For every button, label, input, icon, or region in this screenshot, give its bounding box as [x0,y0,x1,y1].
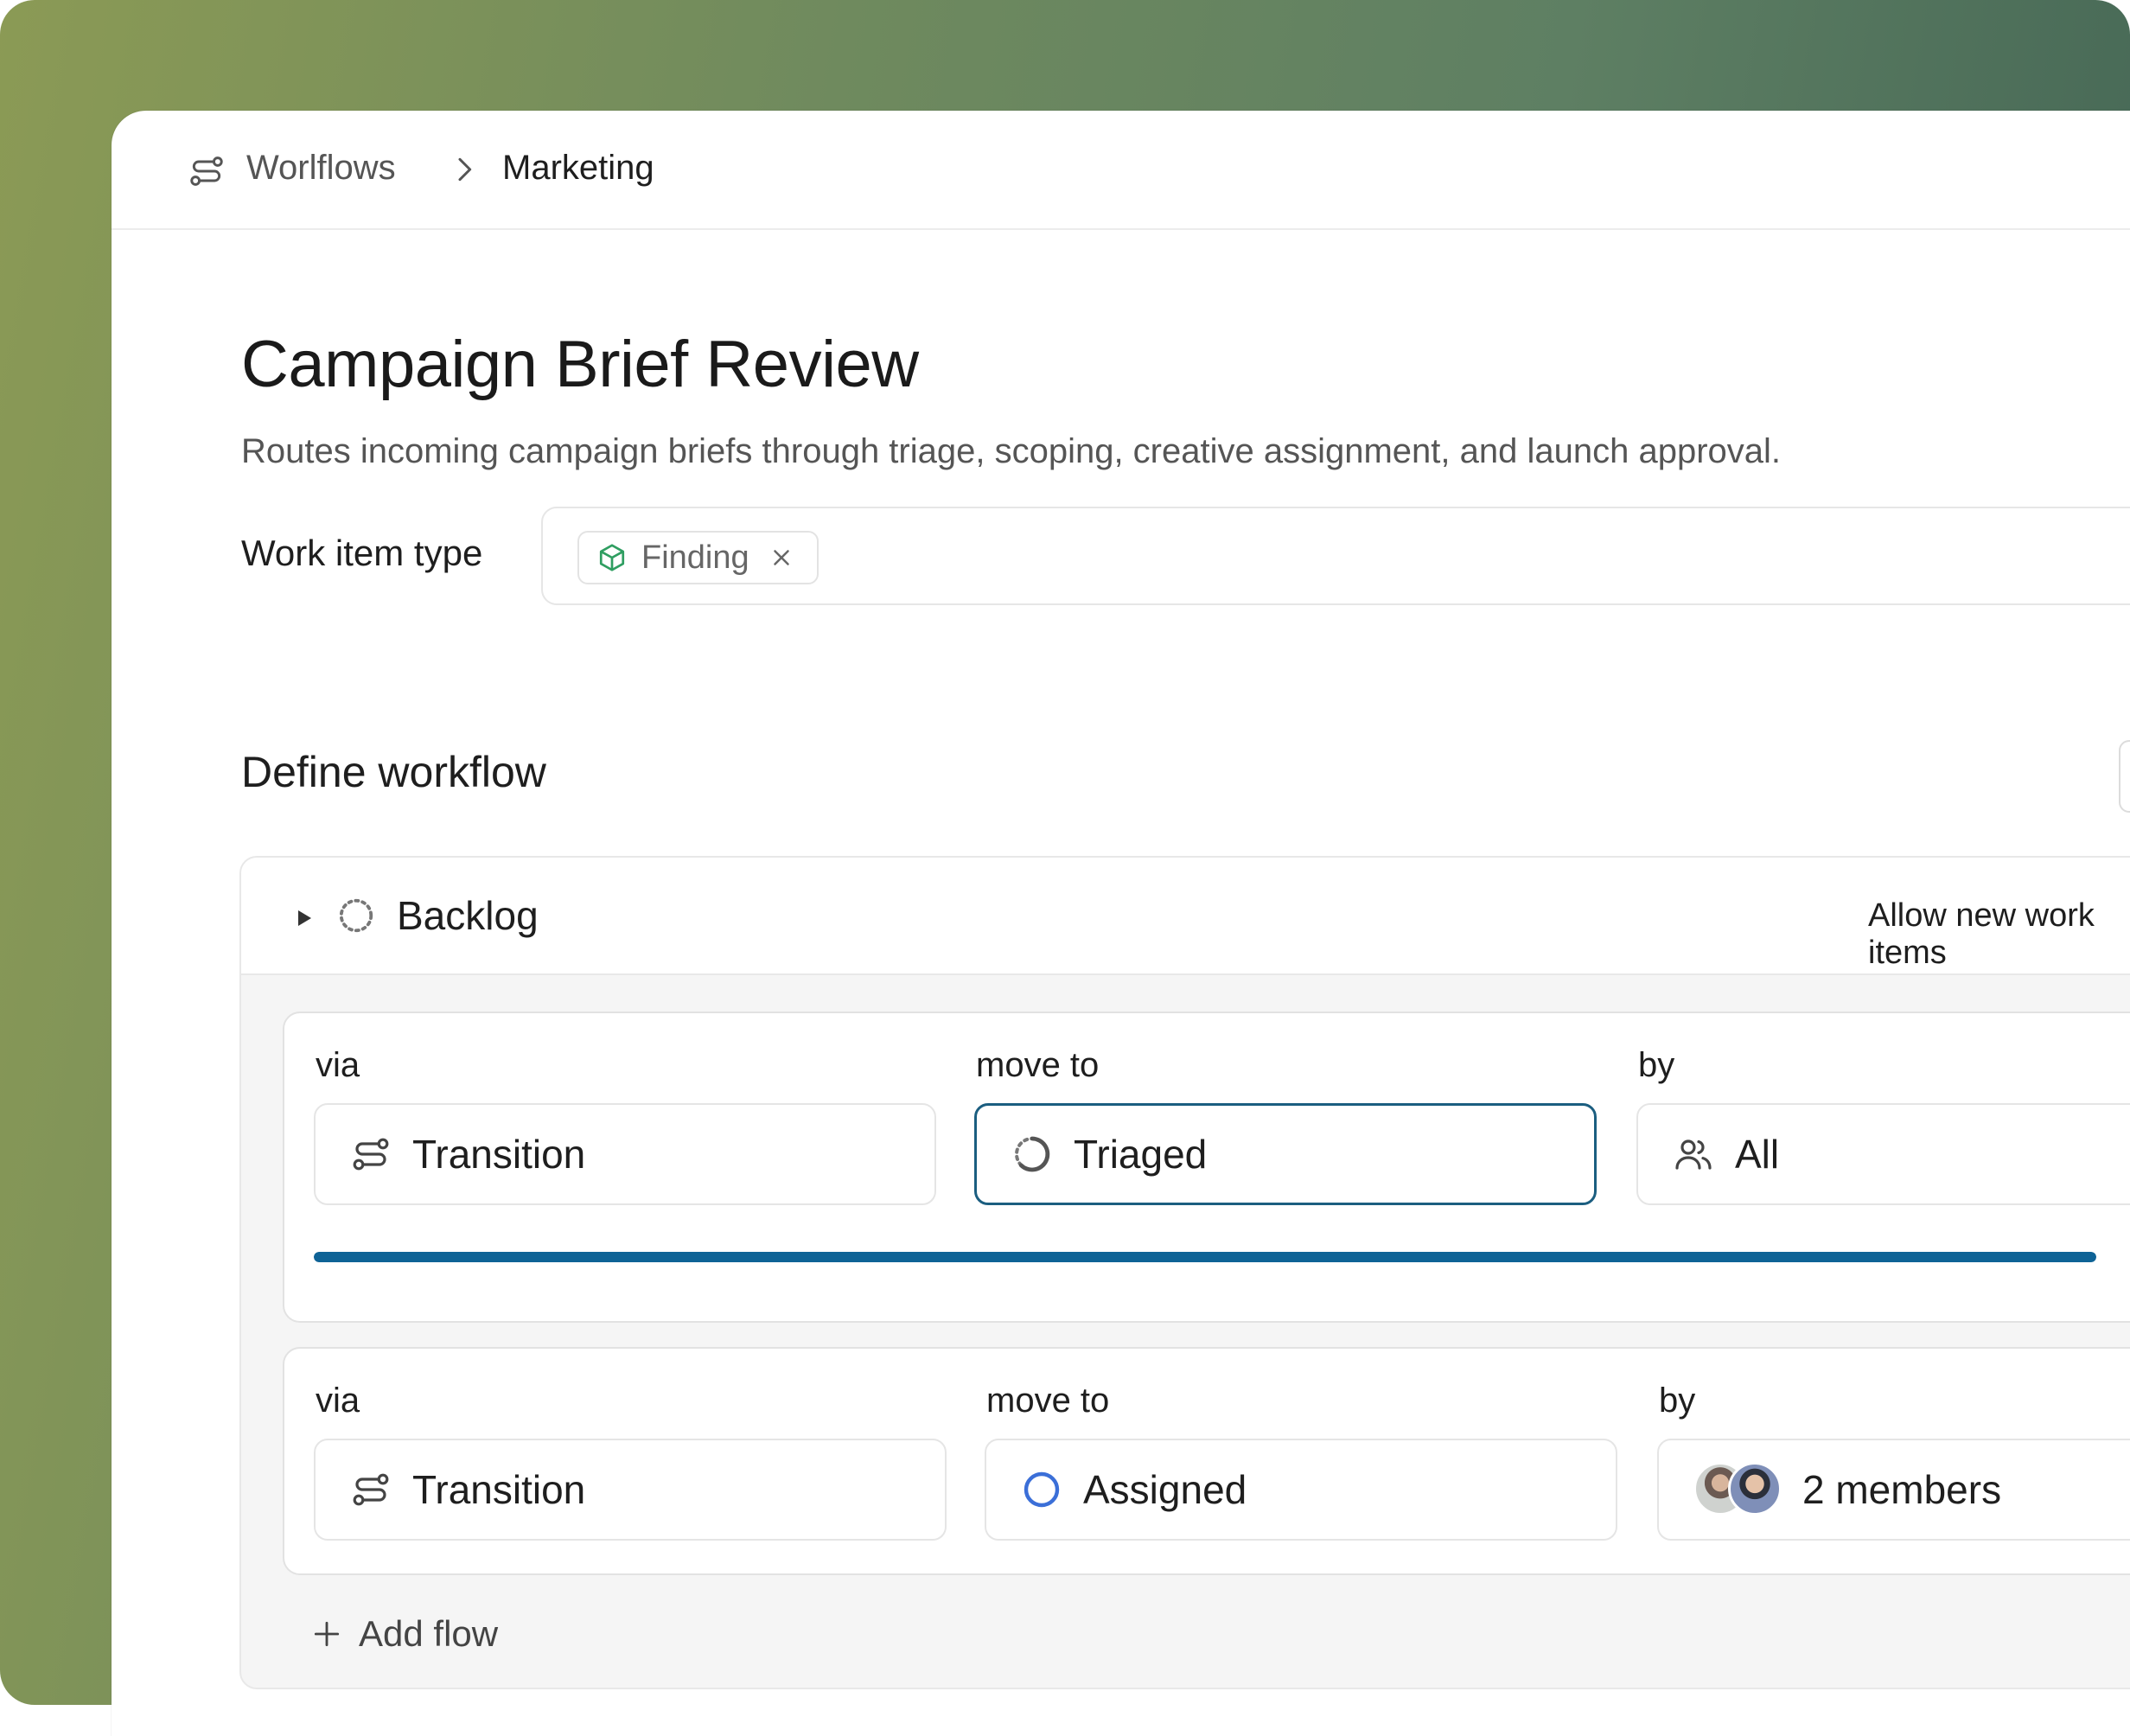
add-flow-button[interactable]: Add flow [310,1613,498,1655]
move-to-label: move to [986,1382,1110,1420]
page-description: Routes incoming campaign briefs through … [241,432,1782,470]
move-to-select[interactable]: Triaged [974,1103,1597,1205]
work-item-type-chip[interactable]: Finding [577,531,819,584]
by-select[interactable]: All [1636,1103,2130,1205]
by-label: by [1659,1382,1696,1420]
via-value: Transition [412,1467,586,1512]
circle-icon [1024,1471,1060,1508]
by-label: by [1638,1046,1675,1084]
close-icon[interactable] [768,545,794,571]
breadcrumb: Worlflows Marketing [112,111,2130,230]
state-header[interactable]: Backlog Allow new work items [241,858,2130,975]
by-value: All [1735,1132,1780,1177]
flow-card: via move to by Transition Assigned 2 mem… [283,1347,2130,1575]
add-flow-label: Add flow [359,1613,499,1654]
via-select[interactable]: Transition [314,1103,936,1205]
avatar [1728,1462,1782,1516]
chevron-right-icon [458,157,472,182]
via-value: Transition [412,1132,586,1177]
partial-circle-icon [1015,1136,1050,1172]
member-avatars [1693,1462,1783,1517]
flow-card: via move to by Transition Triaged All [283,1012,2130,1323]
work-item-type-label: Work item type [241,533,483,573]
workflow-icon [353,1473,389,1506]
breadcrumb-root-link[interactable]: Worlflows [246,149,396,188]
page-title: Campaign Brief Review [241,328,919,401]
move-to-value: Triaged [1074,1132,1208,1177]
by-select[interactable]: 2 members [1657,1439,2130,1541]
via-label: via [316,1382,360,1420]
flow-progress-bar [314,1252,2096,1262]
state-name: Backlog [397,893,539,938]
move-to-label: move to [976,1046,1100,1084]
via-label: via [316,1046,360,1084]
move-to-value: Assigned [1083,1467,1247,1512]
cube-icon [599,544,625,571]
users-icon [1675,1139,1712,1170]
workflow-icon [353,1138,389,1171]
plus-icon [314,1621,340,1647]
caret-right-icon[interactable] [293,908,314,929]
workflow-state-panel: Backlog Allow new work items via move to… [239,856,2130,1689]
app-window: Worlflows Marketing Campaign Brief Revie… [112,111,2130,1736]
side-panel-handle[interactable] [2119,740,2130,813]
dashed-circle-icon [339,898,373,933]
move-to-select[interactable]: Assigned [985,1439,1617,1541]
chip-label: Finding [641,539,749,576]
work-item-type-field[interactable]: Finding [541,507,2130,605]
define-workflow-title: Define workflow [241,748,546,796]
breadcrumb-current: Marketing [502,149,654,187]
allow-new-items-label: Allow new work items [1868,897,2095,971]
workflow-icon [190,156,223,186]
flow-progress-fill [314,1252,2096,1262]
by-value: 2 members [1802,1467,2002,1512]
via-select[interactable]: Transition [314,1439,947,1541]
